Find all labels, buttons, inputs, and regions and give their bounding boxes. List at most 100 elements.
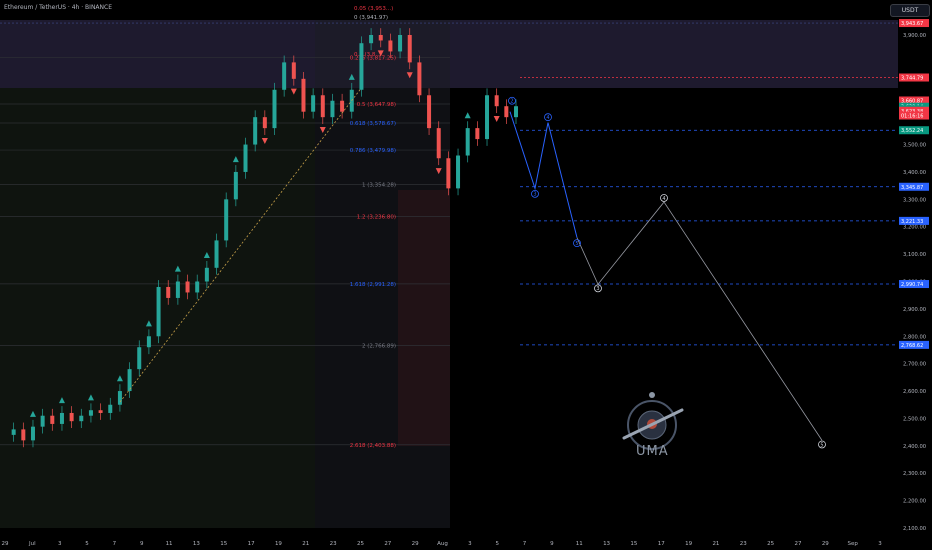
candle-body xyxy=(69,412,74,422)
x-tick-label: 17 xyxy=(658,541,665,547)
candle-body xyxy=(262,117,267,129)
wave-label-white: 5 xyxy=(820,442,823,448)
candle-body xyxy=(40,415,45,427)
candle-body xyxy=(214,240,219,268)
wave-label-blue: 2 xyxy=(510,99,513,105)
candle-body xyxy=(475,128,480,140)
candle-body xyxy=(88,410,93,416)
fib-label: 0.5 (3,647.98) xyxy=(357,102,396,108)
x-tick-label: 29 xyxy=(822,541,829,547)
fib-label: 0.618 (3,578.67) xyxy=(350,121,396,127)
candle-body xyxy=(59,412,64,424)
candle-body xyxy=(291,62,296,79)
candle-body xyxy=(272,89,277,129)
price-tag-label: 2,768.62 xyxy=(901,343,923,349)
x-tick-label: 3 xyxy=(878,541,882,547)
candle-body xyxy=(185,281,190,293)
x-tick-label: 23 xyxy=(330,541,337,547)
candle-body xyxy=(175,281,180,298)
candle-body xyxy=(137,347,142,370)
price-tag-label: 3,943.67 xyxy=(901,21,923,27)
x-tick-label: 15 xyxy=(220,541,227,547)
y-tick-label: 3,400.00 xyxy=(903,170,926,176)
y-tick-label: 3,500.00 xyxy=(903,143,926,149)
y-tick-label: 3,200.00 xyxy=(903,225,926,231)
x-tick-label: 27 xyxy=(794,541,801,547)
candle-body xyxy=(98,410,103,413)
candle-body xyxy=(253,117,258,145)
price-axis: 2,100.00 2,200.00 2,300.00 2,400.00 2,500.00… xyxy=(899,19,929,532)
wave-label-white: 4 xyxy=(662,196,665,202)
currency-badge[interactable]: USDT xyxy=(890,4,930,17)
y-tick-label: 2,700.00 xyxy=(903,362,926,368)
y-tick-label: 2,900.00 xyxy=(903,307,926,313)
fib-red-box xyxy=(398,190,450,446)
x-tick-label: 29 xyxy=(412,541,419,547)
y-tick-label: 2,100.00 xyxy=(903,526,926,532)
x-tick-label: Jul xyxy=(28,541,36,547)
candle-body xyxy=(340,100,345,112)
candle-body xyxy=(369,35,374,44)
fib-label: 1.618 (2,991.28) xyxy=(350,282,396,288)
x-tick-label: 3 xyxy=(58,541,62,547)
candle-body xyxy=(427,95,432,129)
sell-signal-icon xyxy=(493,116,500,123)
x-tick-label: 21 xyxy=(302,541,309,547)
candle-body xyxy=(378,35,383,41)
candle-body xyxy=(417,62,422,96)
wave-label-blue: 5 xyxy=(575,241,578,247)
fib-top-label: 0.2 (3,8..) xyxy=(354,52,381,58)
x-tick-label: 29 xyxy=(2,541,9,547)
candle-body xyxy=(330,100,335,118)
x-tick-label: 19 xyxy=(275,541,282,547)
candle-body xyxy=(456,155,461,189)
uma-logo-icon xyxy=(622,392,684,450)
candle-body xyxy=(11,429,16,435)
wave-label-blue: 4 xyxy=(546,115,549,121)
candle-body xyxy=(30,426,35,441)
y-tick-label: 3,300.00 xyxy=(903,197,926,203)
candle-body xyxy=(320,95,325,118)
price-tag-label: 3,345.87 xyxy=(901,185,923,191)
buy-signal-icon xyxy=(464,112,471,119)
x-tick-label: 27 xyxy=(384,541,391,547)
fib-label: 2.618 (2,403.88) xyxy=(350,443,396,449)
price-tag-label: 2,990.74 xyxy=(901,282,923,288)
fib-label: 1.2 (3,236.80) xyxy=(357,215,396,221)
candle-body xyxy=(79,415,84,422)
x-tick-label: 17 xyxy=(248,541,255,547)
candle-body xyxy=(195,281,200,293)
x-tick-label: Aug xyxy=(437,541,448,547)
candle-body xyxy=(359,43,364,90)
x-tick-label: 15 xyxy=(630,541,637,547)
x-tick-label: Sep xyxy=(847,541,858,547)
x-tick-label: 25 xyxy=(767,541,774,547)
candle-body xyxy=(465,128,470,156)
x-tick-label: 5 xyxy=(495,541,499,547)
x-tick-label: 11 xyxy=(576,541,583,547)
wave-label-blue: 3 xyxy=(533,192,536,198)
candle-body xyxy=(494,95,499,107)
candle-body xyxy=(388,40,393,52)
fib-label: 2 (2,766.89) xyxy=(362,343,396,349)
symbol-title[interactable]: Ethereum / TetherUS · 4h · BINANCE xyxy=(4,4,112,11)
x-tick-label: 7 xyxy=(113,541,117,547)
candle-body xyxy=(224,199,229,241)
x-tick-label: 23 xyxy=(740,541,747,547)
candle-body xyxy=(446,158,451,189)
x-tick-label: 9 xyxy=(550,541,554,547)
wave-label-white: 3 xyxy=(596,286,599,292)
x-tick-label: 21 xyxy=(712,541,719,547)
candle-body xyxy=(233,171,238,200)
brand-watermark: UMA xyxy=(636,444,669,459)
candle-body xyxy=(282,62,287,90)
fib-top-label: 0.05 (3,953...) xyxy=(354,6,393,12)
candle-body xyxy=(514,106,518,118)
y-tick-label: 2,800.00 xyxy=(903,334,926,340)
price-chart[interactable]: 0.236 (3,817.25)0.5 (3,647.98)0.618 (3,5… xyxy=(0,0,932,550)
price-tag-label: 3,552.24 xyxy=(901,128,923,134)
y-tick-label: 2,500.00 xyxy=(903,416,926,422)
candle-body xyxy=(301,78,306,112)
white-projection-path xyxy=(576,201,823,441)
candle-body xyxy=(311,95,316,112)
